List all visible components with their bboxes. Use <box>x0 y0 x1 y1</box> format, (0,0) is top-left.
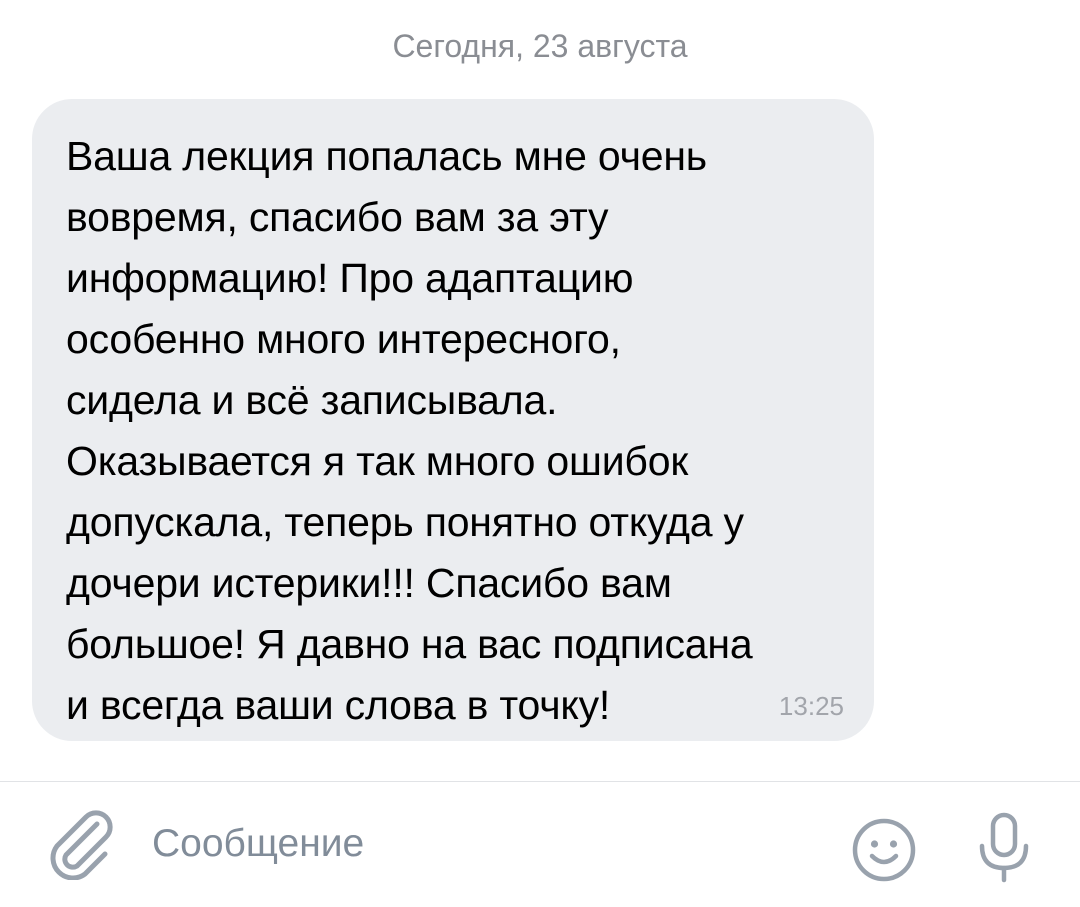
message-text-line: вовремя, спасибо вам за эту <box>66 194 609 240</box>
attach-button[interactable] <box>42 804 118 880</box>
smiley-icon <box>852 818 916 882</box>
message-input[interactable] <box>152 818 812 870</box>
microphone-icon <box>979 812 1029 883</box>
message-text-line: Оказывается я так много ошибок <box>66 438 689 484</box>
message-text-line: и всегда ваши слова в точку! <box>66 682 611 728</box>
mic-button[interactable] <box>972 810 1036 886</box>
message-text-line: информацию! Про адаптацию <box>66 255 634 301</box>
message-text-line: дочери истерики!!! Спасибо вам <box>66 560 672 606</box>
message-text-line: допускала, теперь понятно откуда у <box>66 499 744 545</box>
emoji-button[interactable] <box>850 816 918 884</box>
message-composer <box>0 782 1080 907</box>
message-timestamp: 13:25 <box>778 691 844 721</box>
message-bubble[interactable]: Ваша лекция попалась мне очень вовремя, … <box>32 99 874 741</box>
message-text-line: сидела и всё записывала. <box>66 377 558 423</box>
message-text-line: Ваша лекция попалась мне очень <box>66 133 707 179</box>
date-separator: Сегодня, 23 августа <box>392 28 688 64</box>
paperclip-icon <box>50 810 113 880</box>
message-text-line: особенно много интересного, <box>66 316 621 362</box>
message-text-line: большое! Я давно на вас подписана <box>66 621 753 667</box>
